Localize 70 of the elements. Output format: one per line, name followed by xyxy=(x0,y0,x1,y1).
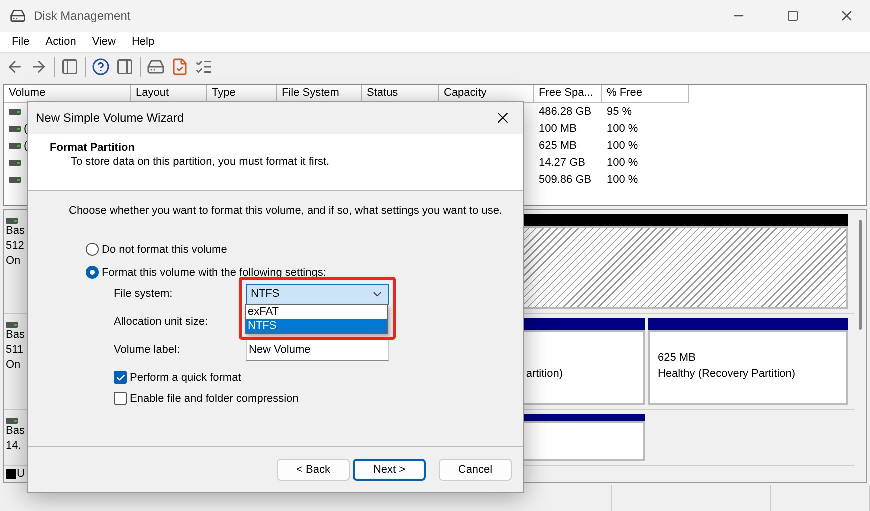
checked-document-icon[interactable] xyxy=(171,58,189,76)
disk-label: On xyxy=(6,254,21,269)
menu-item[interactable]: View xyxy=(84,32,124,52)
checkbox-label[interactable]: Enable file and folder compression xyxy=(130,392,299,404)
table-cell: 486.28 GB xyxy=(539,106,592,118)
checkbox[interactable] xyxy=(114,392,127,405)
drive-icon xyxy=(9,126,21,132)
column-header[interactable]: % Free xyxy=(602,85,689,103)
drive-icon xyxy=(9,160,21,166)
checkbox[interactable] xyxy=(114,371,127,384)
partition-text: Healthy (Recovery Partition) xyxy=(658,367,796,382)
table-cell: 14.27 GB xyxy=(539,156,586,168)
drive-icon xyxy=(6,418,18,424)
drive-icon[interactable] xyxy=(147,58,165,76)
instruction-text: Choose whether you want to format this volume, and if so, what settings you want to use. xyxy=(69,205,503,217)
legend-label: U xyxy=(17,468,25,480)
dialog-title: New Simple Volume Wizard xyxy=(36,111,184,125)
partition-text: artition) xyxy=(526,367,563,382)
table-cell: 100 % xyxy=(607,174,638,186)
menu-item[interactable]: Help xyxy=(124,32,163,52)
page-heading: Format Partition xyxy=(50,142,136,154)
drive-icon xyxy=(9,176,21,182)
table-cell: ( xyxy=(24,122,28,134)
disk-label: Bas xyxy=(6,328,25,343)
partition[interactable]: 625 MB Healthy (Recovery Partition) xyxy=(648,330,848,405)
table-cell: 100 % xyxy=(607,122,638,134)
disk-label: 511 xyxy=(6,343,24,358)
disk-management-icon xyxy=(10,8,26,24)
field-label: Allocation unit size: xyxy=(114,315,210,330)
dialog-button[interactable]: Cancel xyxy=(439,458,512,480)
page-subtitle: To store data on this partition, you must format it first. xyxy=(70,156,331,168)
table-cell: 509.86 GB xyxy=(539,174,592,186)
panel-icon[interactable] xyxy=(116,58,134,76)
menu-item[interactable]: File xyxy=(4,32,38,52)
radio-label[interactable]: Do not format this volume xyxy=(102,244,228,256)
table-cell: 625 MB xyxy=(539,140,577,152)
table-cell: 100 % xyxy=(607,156,638,168)
drive-icon xyxy=(6,322,18,328)
checkbox-label[interactable]: Perform a quick format xyxy=(130,372,242,384)
radio-button[interactable] xyxy=(86,266,99,279)
table-cell: 95 % xyxy=(607,106,632,118)
dropdown-option[interactable]: NTFS xyxy=(246,318,387,332)
help-icon[interactable] xyxy=(92,58,110,76)
dialog-button[interactable]: Next > xyxy=(353,458,426,480)
file-system-dropdown[interactable]: NTFS xyxy=(246,284,389,304)
disk-label: Bas xyxy=(6,224,25,239)
radio-label[interactable]: Format this volume with the following settings: xyxy=(102,266,326,278)
drive-icon xyxy=(6,218,18,224)
panel-icon[interactable] xyxy=(61,58,79,76)
volume-label-field[interactable]: New Volume xyxy=(246,339,389,361)
dropdown-option[interactable]: exFAT xyxy=(246,304,387,318)
disk-label: 512 xyxy=(6,239,24,254)
scrollbar[interactable] xyxy=(854,210,866,482)
disk-label: Bas xyxy=(6,424,25,439)
dialog-button[interactable]: < Back xyxy=(277,458,350,480)
drive-icon xyxy=(9,142,21,148)
column-header[interactable]: Free Spa... xyxy=(534,85,602,103)
table-cell: 100 % xyxy=(607,140,638,152)
table-cell: 100 MB xyxy=(539,122,577,134)
disk-label: On xyxy=(6,358,21,373)
drive-icon xyxy=(9,108,21,114)
field-label: File system: xyxy=(114,287,174,302)
radio-button[interactable] xyxy=(86,243,99,256)
table-cell: ( xyxy=(24,140,28,152)
field-label: Volume label: xyxy=(114,343,182,358)
window-title: Disk Management xyxy=(34,9,132,23)
maximize-icon xyxy=(787,10,799,22)
menu-item[interactable]: Action xyxy=(38,32,84,52)
disk-label: 14. xyxy=(6,439,22,454)
partition-text: 625 MB xyxy=(658,351,696,366)
